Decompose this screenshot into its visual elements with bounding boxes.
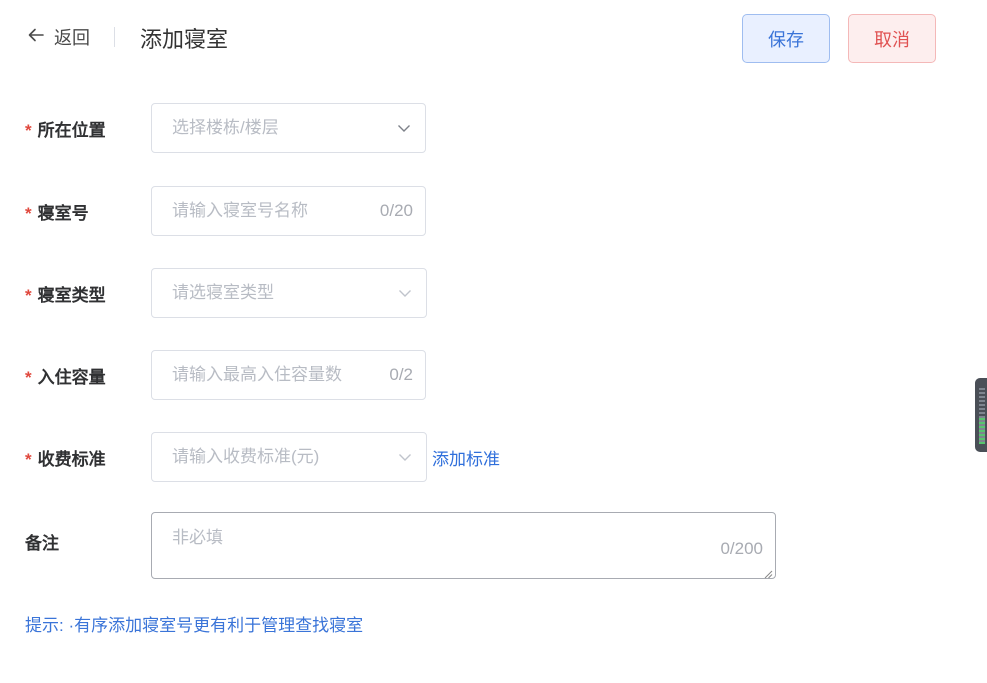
capacity-counter: 0/2 xyxy=(389,365,413,384)
chevron-down-icon xyxy=(398,286,412,300)
resize-handle-icon[interactable] xyxy=(763,566,773,579)
room-no-label: * 寝室号 xyxy=(25,204,89,223)
required-mark: * xyxy=(25,450,32,469)
required-mark: * xyxy=(25,204,32,223)
location-select[interactable]: 选择楼栋/楼层 xyxy=(151,103,426,153)
location-placeholder: 选择楼栋/楼层 xyxy=(172,118,279,137)
remark-label: 备注 xyxy=(25,534,59,553)
room-type-select[interactable]: 请选寝室类型 xyxy=(151,268,427,318)
back-button[interactable]: 返回 xyxy=(26,24,90,50)
remark-textarea[interactable]: 非必填 0/200 xyxy=(151,512,776,579)
remark-placeholder: 非必填 xyxy=(172,528,223,547)
page-title: 添加寝室 xyxy=(140,27,229,52)
header-divider xyxy=(114,27,115,47)
chevron-down-icon xyxy=(397,121,411,135)
remark-counter: 0/200 xyxy=(720,539,763,558)
room-type-label: * 寝室类型 xyxy=(25,286,106,305)
page-header: 返回 添加寝室 保存 取消 xyxy=(0,0,987,75)
required-mark: * xyxy=(25,286,32,305)
back-label: 返回 xyxy=(54,28,90,48)
room-type-placeholder: 请选寝室类型 xyxy=(172,283,274,302)
cancel-button[interactable]: 取消 xyxy=(848,14,936,63)
side-toolbar-handle[interactable] xyxy=(975,378,987,452)
required-mark: * xyxy=(25,368,32,387)
fee-label: * 收费标准 xyxy=(25,450,106,469)
room-no-placeholder: 请输入寝室号名称 xyxy=(172,201,308,220)
capacity-placeholder: 请输入最高入住容量数 xyxy=(172,365,342,384)
tip-text: 提示: ·有序添加寝室号更有利于管理查找寝室 xyxy=(25,616,364,635)
fee-placeholder: 请输入收费标准(元) xyxy=(172,447,320,466)
room-no-counter: 0/20 xyxy=(379,201,413,220)
location-label: * 所在位置 xyxy=(25,121,106,140)
add-standard-link[interactable]: 添加标准 xyxy=(432,445,500,470)
level-indicator-icon xyxy=(979,418,985,444)
save-button[interactable]: 保存 xyxy=(742,14,830,63)
chevron-down-icon xyxy=(398,450,412,464)
fee-select[interactable]: 请输入收费标准(元) xyxy=(151,432,427,482)
arrow-left-icon xyxy=(26,25,46,50)
required-mark: * xyxy=(25,121,32,140)
capacity-input[interactable]: 请输入最高入住容量数 0/2 xyxy=(151,350,426,400)
room-no-input[interactable]: 请输入寝室号名称 0/20 xyxy=(151,186,426,236)
capacity-label: * 入住容量 xyxy=(25,368,106,387)
